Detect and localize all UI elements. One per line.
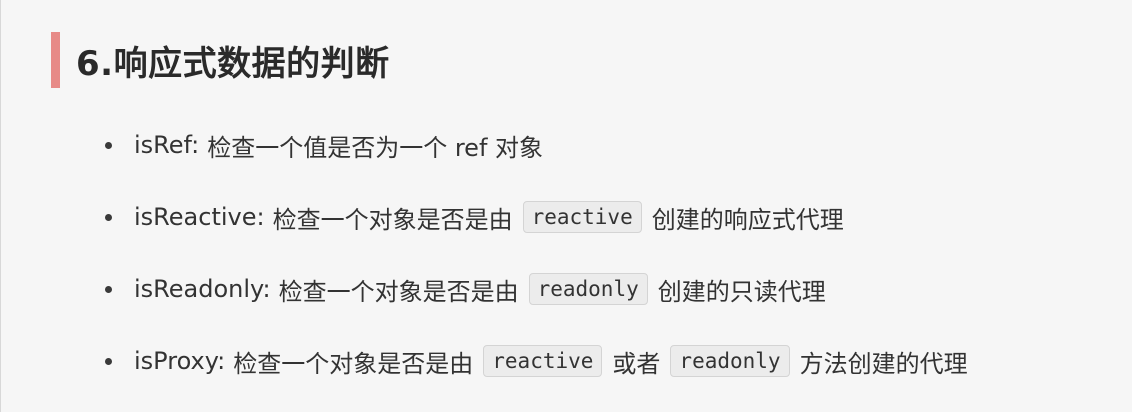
item-description-end: 方法创建的代理 bbox=[799, 349, 968, 378]
inline-code: readonly bbox=[670, 345, 790, 377]
document-page: 6.响应式数据的判断 isRef: 检查一个值是否为一个 ref 对象 isRe… bbox=[0, 0, 1132, 412]
inline-code: reactive bbox=[483, 345, 603, 377]
list-item-isreactive: isReactive: 检查一个对象是否是由 reactive 创建的响应式代理 bbox=[105, 190, 968, 244]
item-description-end: 创建的响应式代理 bbox=[651, 205, 844, 234]
item-description: 检查一个对象是否是由 bbox=[272, 205, 513, 234]
api-list: isRef: 检查一个值是否为一个 ref 对象 isReactive: 检查一… bbox=[105, 118, 968, 406]
item-connector: 或者 bbox=[612, 349, 661, 378]
item-description: 检查一个对象是否是由 bbox=[278, 277, 519, 306]
list-item-isreadonly: isReadonly: 检查一个对象是否是由 readonly 创建的只读代理 bbox=[105, 262, 968, 316]
bullet-icon bbox=[105, 285, 112, 293]
inline-code: reactive bbox=[522, 201, 642, 233]
section-title: 6.响应式数据的判断 bbox=[76, 43, 390, 84]
item-description: 检查一个值是否为一个 ref 对象 bbox=[207, 133, 544, 162]
item-term: isRef: bbox=[134, 131, 200, 159]
section-heading: 6.响应式数据的判断 bbox=[51, 32, 390, 88]
list-item-isref: isRef: 检查一个值是否为一个 ref 对象 bbox=[105, 118, 968, 172]
bullet-icon bbox=[105, 141, 112, 149]
item-term: isProxy: bbox=[134, 347, 226, 375]
list-item-isproxy: isProxy: 检查一个对象是否是由 reactive 或者 readonly… bbox=[105, 334, 968, 388]
item-description: 检查一个对象是否是由 bbox=[233, 349, 474, 378]
item-term: isReadonly: bbox=[134, 275, 271, 303]
bullet-icon bbox=[105, 357, 112, 365]
item-description-end: 创建的只读代理 bbox=[657, 277, 826, 306]
inline-code: readonly bbox=[528, 273, 648, 305]
item-term: isReactive: bbox=[134, 203, 265, 231]
heading-accent-bar bbox=[51, 32, 60, 88]
bullet-icon bbox=[105, 213, 112, 221]
